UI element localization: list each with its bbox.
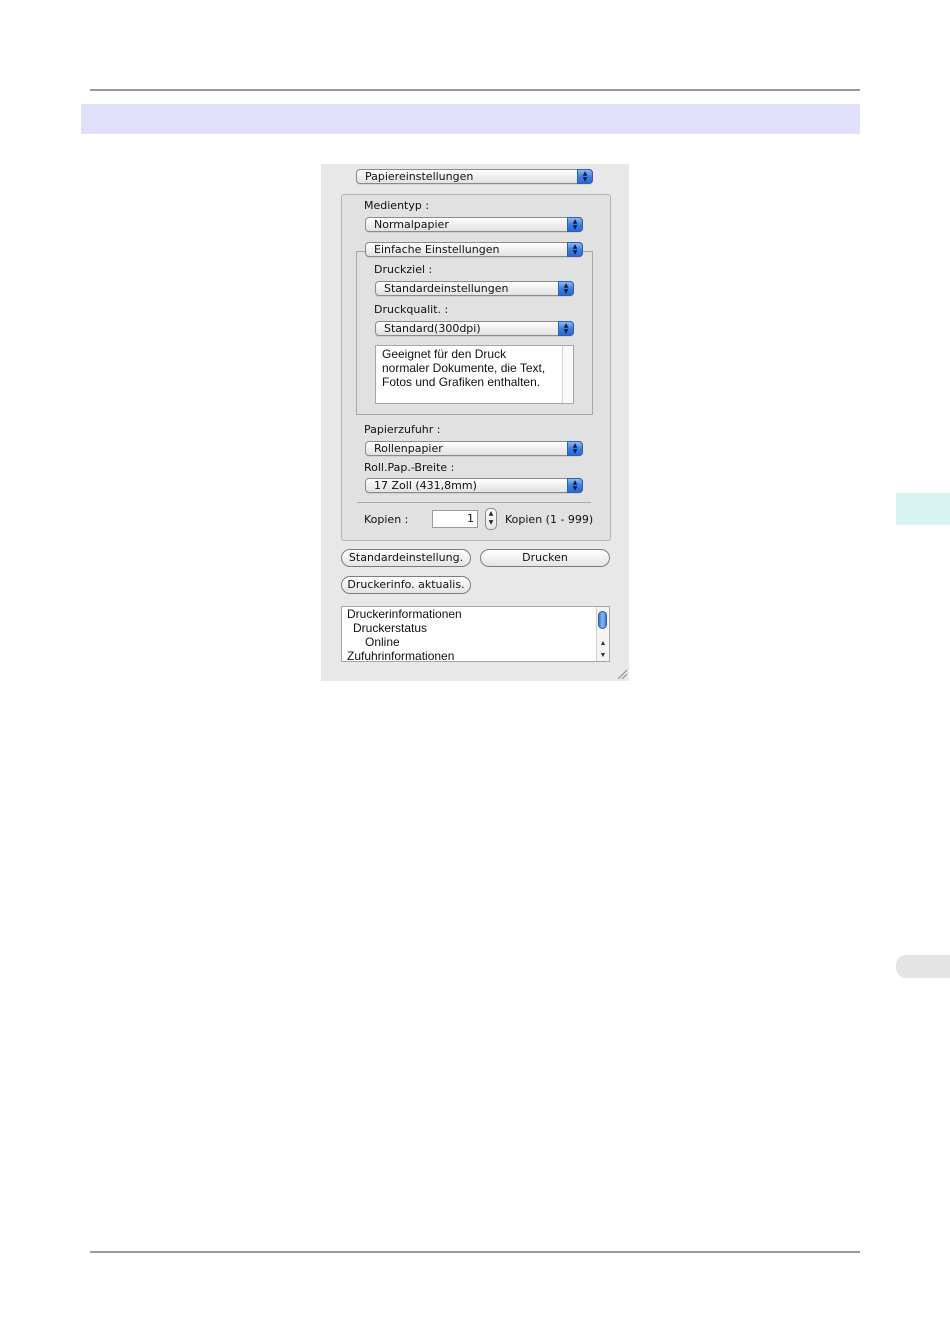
refresh-printer-info-button[interactable]: Druckerinfo. aktualis. [341,576,471,594]
bottom-rule [90,1251,860,1253]
defaults-button[interactable]: Standardeinstellung. [341,549,471,567]
media-type-value: Normalpapier [374,218,449,231]
up-down-arrows-icon: ▲ ▼ [567,217,583,232]
print-quality-popup[interactable]: Standard(300dpi) ▲ ▼ [375,321,574,336]
media-type-label: Medientyp : [364,199,430,212]
stepper-arrows-icon[interactable]: ▲ ▼ [485,508,497,530]
resize-grip-icon[interactable] [617,669,627,679]
paper-source-popup[interactable]: Rollenpapier ▲ ▼ [365,441,583,456]
scroll-thumb[interactable] [598,611,607,629]
print-button[interactable]: Drucken [480,549,610,567]
top-rule [90,89,860,91]
description-line: Fotos und Grafiken enthalten. [382,375,541,389]
side-index-tab[interactable] [896,955,950,978]
print-target-value: Standardeinstellungen [384,282,509,295]
print-quality-value: Standard(300dpi) [384,322,481,335]
up-down-arrows-icon: ▲ ▼ [558,281,574,296]
up-down-arrows-icon: ▲ ▼ [577,169,593,184]
paper-source-value: Rollenpapier [374,442,443,455]
list-item: Online [365,635,400,649]
section-header-band [81,104,860,134]
roll-width-label: Roll.Pap.-Breite : [364,461,455,474]
quality-description: Geeignet für den Druck normaler Dokument… [375,345,574,404]
description-scrollbar[interactable] [562,346,573,403]
description-line: Geeignet für den Druck [382,347,507,361]
settings-mode-popup[interactable]: Einfache Einstellungen ▲ ▼ [365,242,583,257]
list-item: Druckerinformationen [347,607,462,621]
scroll-down-icon[interactable]: ▼ [597,649,609,661]
up-down-arrows-icon: ▲ ▼ [567,242,583,257]
description-line: normaler Dokumente, die Text, [382,361,546,375]
list-item: Zufuhrinformationen [347,649,455,662]
settings-mode-value: Einfache Einstellungen [374,243,500,256]
copies-range-label: Kopien (1 - 999) [505,513,594,526]
roll-width-popup[interactable]: 17 Zoll (431,8mm) ▲ ▼ [365,478,583,493]
panel-popup[interactable]: Papiereinstellungen ▲ ▼ [356,169,593,184]
copies-input[interactable]: 1 [432,510,478,528]
print-settings-panel: Papiereinstellungen ▲ ▼ Medientyp : Norma… [321,164,629,681]
media-type-popup[interactable]: Normalpapier ▲ ▼ [365,217,583,232]
group-divider [357,502,591,503]
copies-label: Kopien : [364,513,409,526]
roll-width-value: 17 Zoll (431,8mm) [374,479,477,492]
list-scrollbar[interactable]: ▲ ▼ [596,607,609,661]
print-target-label: Druckziel : [374,263,433,276]
print-target-popup[interactable]: Standardeinstellungen ▲ ▼ [375,281,574,296]
up-down-arrows-icon: ▲ ▼ [567,441,583,456]
panel-popup-label: Papiereinstellungen [365,170,474,183]
list-item: Druckerstatus [353,621,428,635]
up-down-arrows-icon: ▲ ▼ [558,321,574,336]
printer-info-list[interactable]: Druckerinformationen Druckerstatus Onlin… [341,606,610,662]
paper-source-label: Papierzufuhr : [364,423,441,436]
up-down-arrows-icon: ▲ ▼ [567,478,583,493]
side-index-tab-active[interactable] [896,493,950,525]
print-quality-label: Druckqualit. : [374,303,449,316]
